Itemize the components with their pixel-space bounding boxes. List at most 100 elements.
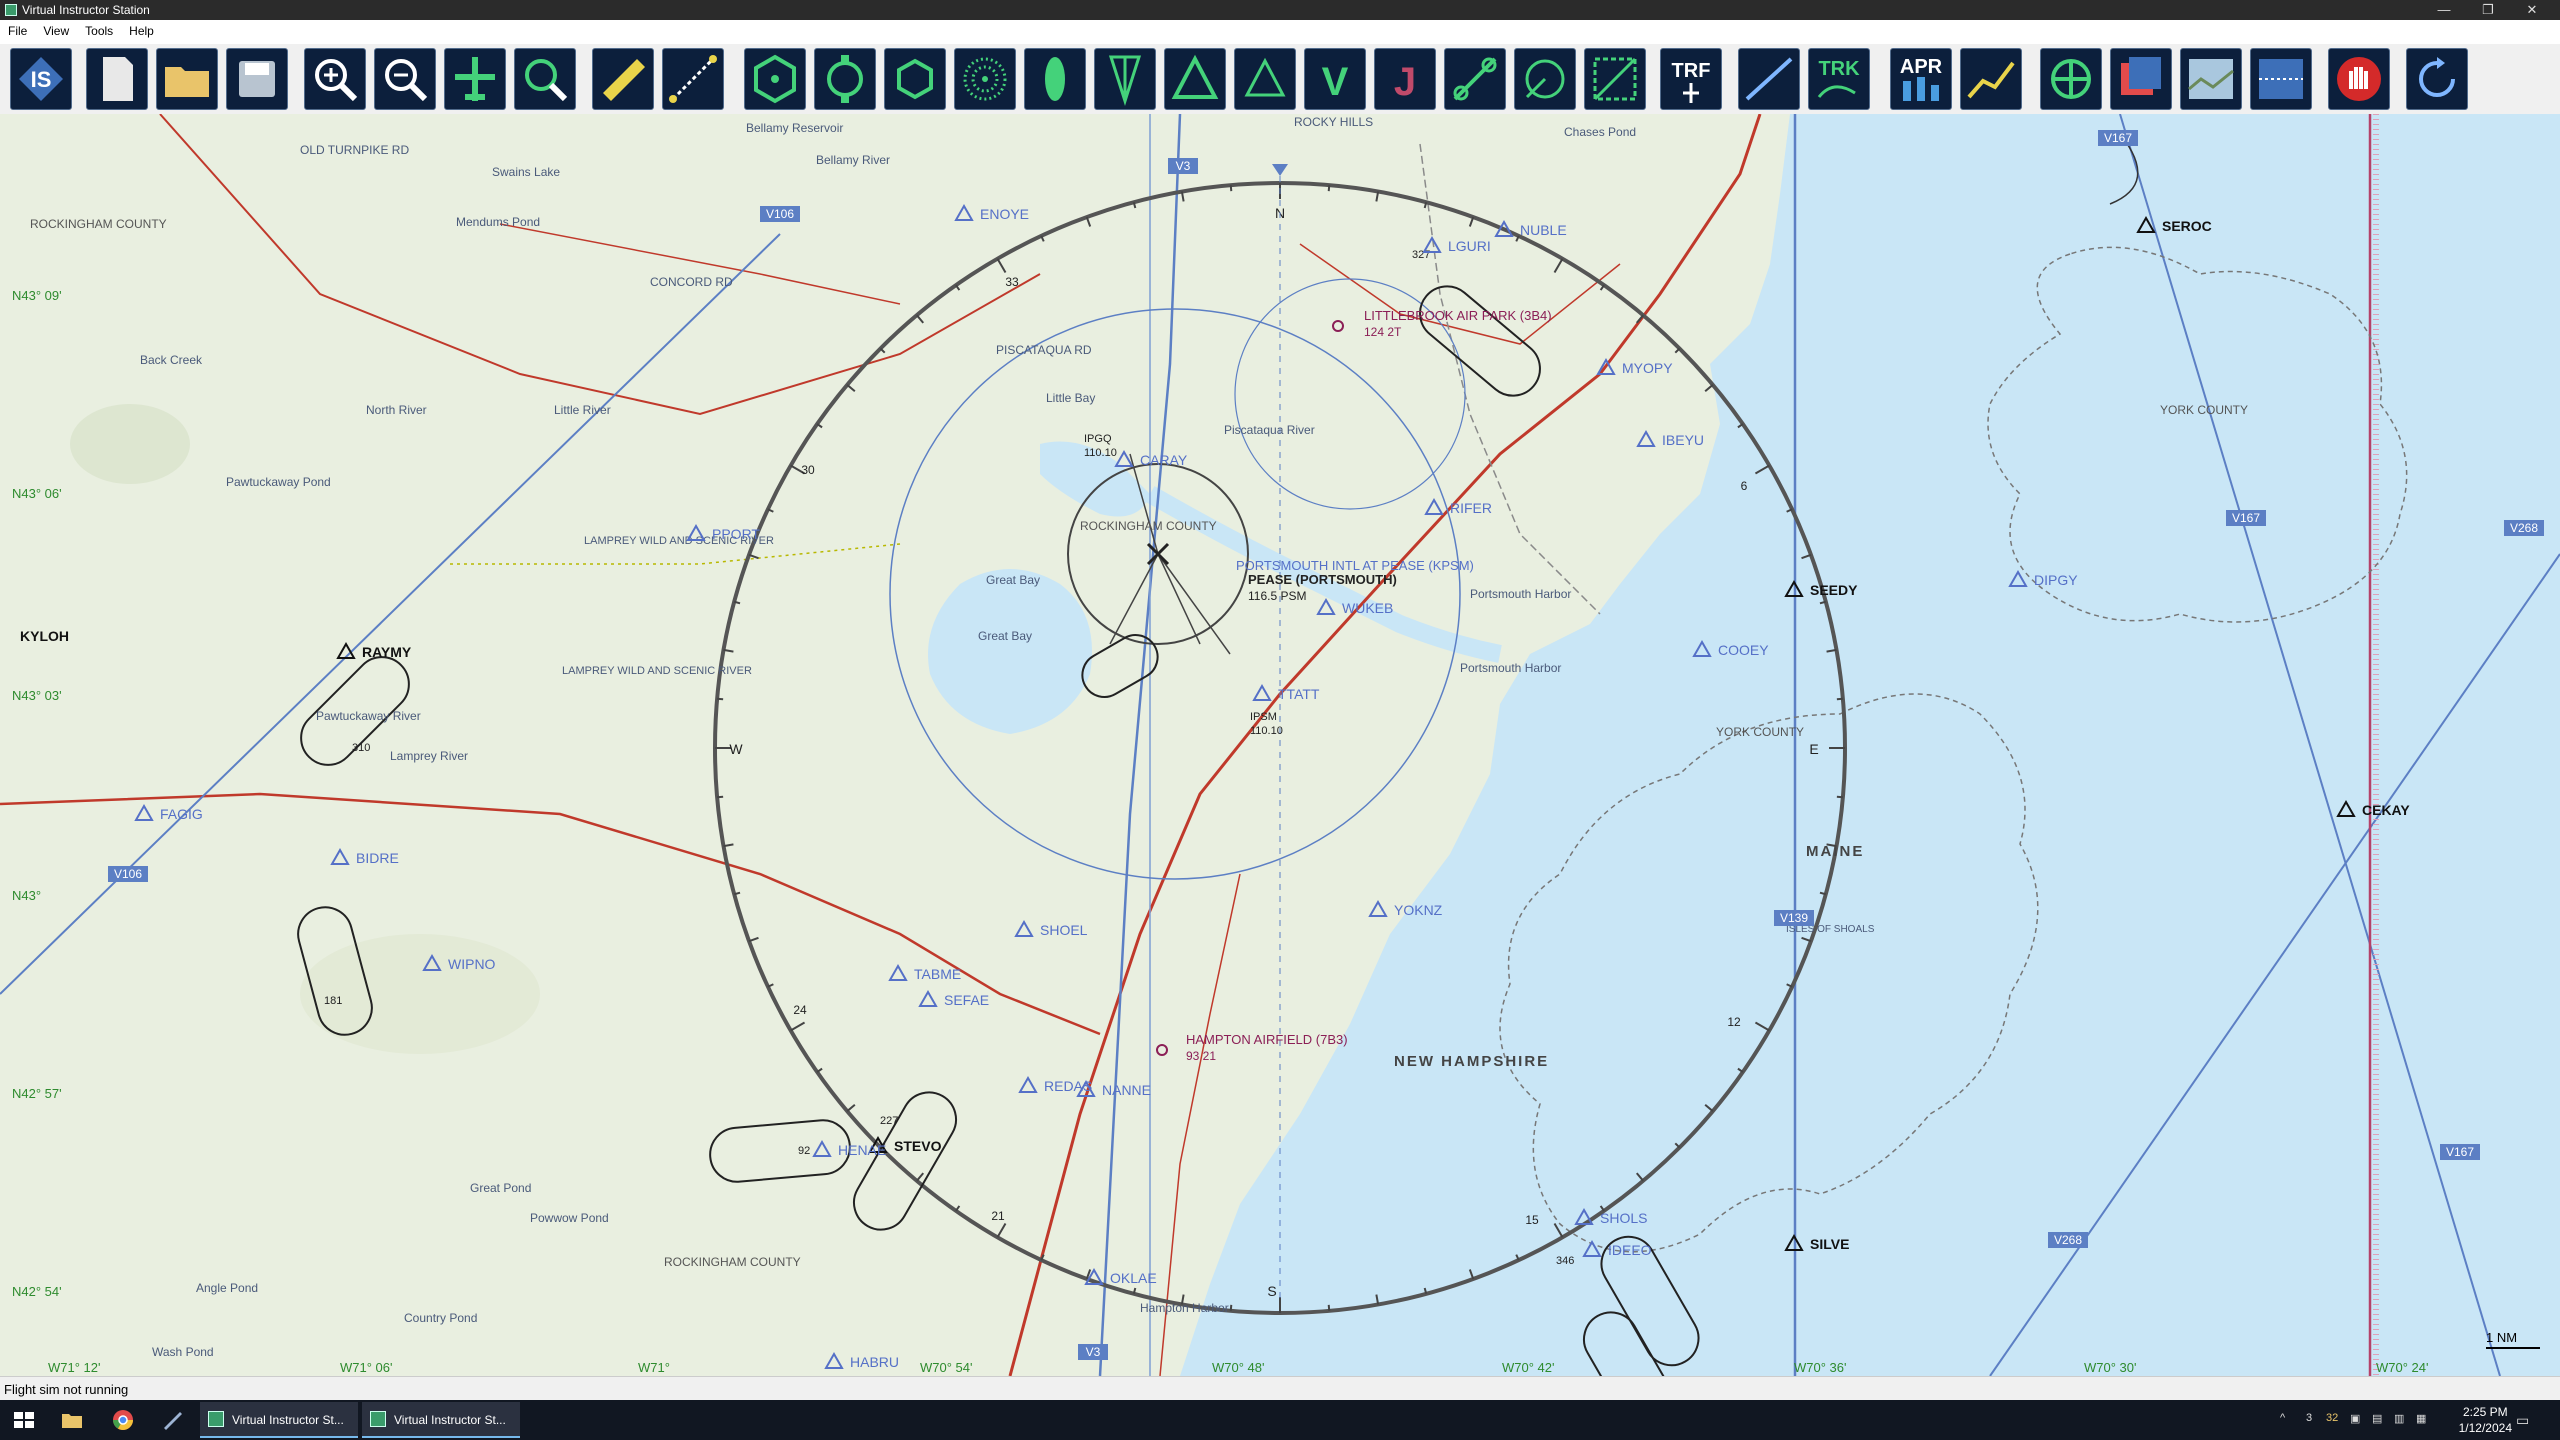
localizer-button[interactable] <box>1094 48 1156 110</box>
new-file-button[interactable] <box>86 48 148 110</box>
fix-label[interactable]: WIPNO <box>448 956 496 972</box>
county-label: YORK COUNTY <box>2160 403 2248 417</box>
map-canvas[interactable]: N S E W 33 6 12 15 21 24 30 310 181 227 … <box>0 114 2560 1376</box>
fix-label[interactable]: STEVO <box>894 1138 942 1154</box>
notification-icon[interactable]: ▭ <box>2516 1412 2529 1429</box>
zoom-aircraft-button[interactable] <box>514 48 576 110</box>
tray-display-icon[interactable]: ▥ <box>2394 1412 2404 1425</box>
maximize-button[interactable]: ❐ <box>2468 1 2508 19</box>
measure-line-button[interactable] <box>662 48 724 110</box>
map-view[interactable]: N S E W 33 6 12 15 21 24 30 310 181 227 … <box>0 114 2560 1376</box>
airport-name[interactable]: PORTSMOUTH INTL AT PEASE (KPSM) <box>1236 558 1474 573</box>
flight-app-icon[interactable] <box>160 1404 184 1436</box>
airport-name[interactable]: LITTLEBROOK AIR PARK (3B4) <box>1364 308 1552 323</box>
tray-battery-icon[interactable]: ▦ <box>2416 1412 2426 1425</box>
fix-label[interactable]: ENOYE <box>980 206 1029 222</box>
graph-button[interactable] <box>1960 48 2022 110</box>
fix-label[interactable]: SEROC <box>2162 218 2212 234</box>
aircraft-button[interactable] <box>444 48 506 110</box>
fix-label[interactable]: REDAS <box>1044 1078 1092 1094</box>
center-aircraft-button[interactable] <box>2040 48 2102 110</box>
tray-network-icon[interactable]: ▣ <box>2350 1412 2360 1425</box>
fix-label[interactable]: RAYMY <box>362 644 412 660</box>
fix-label[interactable]: TABME <box>914 966 961 982</box>
layers-button[interactable] <box>2110 48 2172 110</box>
sectional-map-button[interactable] <box>2180 48 2242 110</box>
fix-label[interactable]: WUKEB <box>1342 600 1393 616</box>
clock[interactable]: 2:25 PM 1/12/2024 <box>2459 1404 2512 1436</box>
menu-tools[interactable]: Tools <box>77 20 121 44</box>
track-button[interactable]: TRK <box>1808 48 1870 110</box>
tray-chevron-icon[interactable]: ^ <box>2280 1412 2285 1424</box>
hold-course: 327 <box>1412 249 1430 261</box>
open-folder-button[interactable] <box>156 48 218 110</box>
fix-label[interactable]: SHOLS <box>1600 1210 1647 1226</box>
fix-label[interactable]: HENAE <box>838 1142 886 1158</box>
menu-file[interactable]: File <box>0 20 35 44</box>
chrome-icon[interactable] <box>110 1404 136 1436</box>
fix-label[interactable]: RIFER <box>1450 500 1492 516</box>
vordme-button[interactable] <box>814 48 876 110</box>
reset-button[interactable] <box>2406 48 2468 110</box>
fix-label[interactable]: DIPGY <box>2034 572 2078 588</box>
fix-label[interactable]: NANNE <box>1102 1082 1151 1098</box>
fix-label[interactable]: IBEYU <box>1662 432 1704 448</box>
airport-name[interactable]: HAMPTON AIRFIELD (7B3) <box>1186 1032 1348 1047</box>
freeze-button[interactable] <box>2328 48 2390 110</box>
approach-button[interactable]: APR <box>1890 48 1952 110</box>
vor-name[interactable]: PEASE (PORTSMOUTH) <box>1248 572 1397 587</box>
fix-label[interactable]: SILVE <box>1810 1236 1849 1252</box>
fix-label[interactable]: BIDRE <box>356 850 399 866</box>
ifr-chart-button[interactable] <box>2250 48 2312 110</box>
fix-label[interactable]: LGURI <box>1448 238 1491 254</box>
fix-label[interactable]: CEKAY <box>2362 802 2410 818</box>
vor-button[interactable] <box>744 48 806 110</box>
intersection-button[interactable] <box>1234 48 1296 110</box>
fix-label[interactable]: COOEY <box>1718 642 1769 658</box>
marker-button[interactable] <box>1024 48 1086 110</box>
approach-path-button[interactable] <box>1738 48 1800 110</box>
fix-label[interactable]: IDEEO <box>1608 1242 1652 1258</box>
windows-start-icon[interactable] <box>12 1404 36 1436</box>
fix-label[interactable]: FAGIG <box>160 806 203 822</box>
taskbar-item[interactable]: Virtual Instructor St... <box>362 1402 520 1438</box>
traffic-button[interactable]: TRF <box>1660 48 1722 110</box>
fix-label[interactable]: SEFAE <box>944 992 989 1008</box>
tray-volume-icon[interactable]: ▤ <box>2372 1412 2382 1425</box>
waypoint-button[interactable] <box>1164 48 1226 110</box>
taskbar-item[interactable]: Virtual Instructor St... <box>200 1402 358 1438</box>
fix-label[interactable]: YOKNZ <box>1394 902 1443 918</box>
lon-label: W70° 30' <box>2084 1360 2136 1375</box>
place-label: ROCKY HILLS <box>1294 115 1373 129</box>
fix-label[interactable]: PPORT <box>712 526 760 542</box>
fix-label[interactable]: MYOPY <box>1622 360 1673 376</box>
is-label: IS <box>31 67 52 92</box>
is-logo-button[interactable]: IS <box>10 48 72 110</box>
save-button[interactable] <box>226 48 288 110</box>
airway-label: V167 <box>2446 1145 2474 1159</box>
fix-label[interactable]: TTATT <box>1278 686 1320 702</box>
menu-help[interactable]: Help <box>121 20 162 44</box>
airway-label: V167 <box>2104 131 2132 145</box>
minimize-button[interactable]: — <box>2424 1 2464 19</box>
fix-label[interactable]: CARAY <box>1140 452 1188 468</box>
ndb-button[interactable] <box>954 48 1016 110</box>
zoom-in-button[interactable] <box>304 48 366 110</box>
jet-airway-button[interactable]: J <box>1374 48 1436 110</box>
fix-label[interactable]: SHOEL <box>1040 922 1088 938</box>
map-area-button[interactable] <box>1584 48 1646 110</box>
fix-label[interactable]: SEEDY <box>1810 582 1858 598</box>
vortac-button[interactable] <box>884 48 946 110</box>
victor-airway-button[interactable]: V <box>1304 48 1366 110</box>
holding-button[interactable] <box>1514 48 1576 110</box>
route-button[interactable] <box>1444 48 1506 110</box>
close-button[interactable]: ✕ <box>2512 1 2552 19</box>
fix-label[interactable]: HABRU <box>850 1354 899 1370</box>
fix-label[interactable]: OKLAE <box>1110 1270 1157 1286</box>
ruler-button[interactable] <box>592 48 654 110</box>
zoom-out-button[interactable] <box>374 48 436 110</box>
fix-label[interactable]: KYLOH <box>20 628 69 644</box>
menu-view[interactable]: View <box>35 20 77 44</box>
file-explorer-icon[interactable] <box>60 1404 84 1436</box>
fix-label[interactable]: NUBLE <box>1520 222 1567 238</box>
